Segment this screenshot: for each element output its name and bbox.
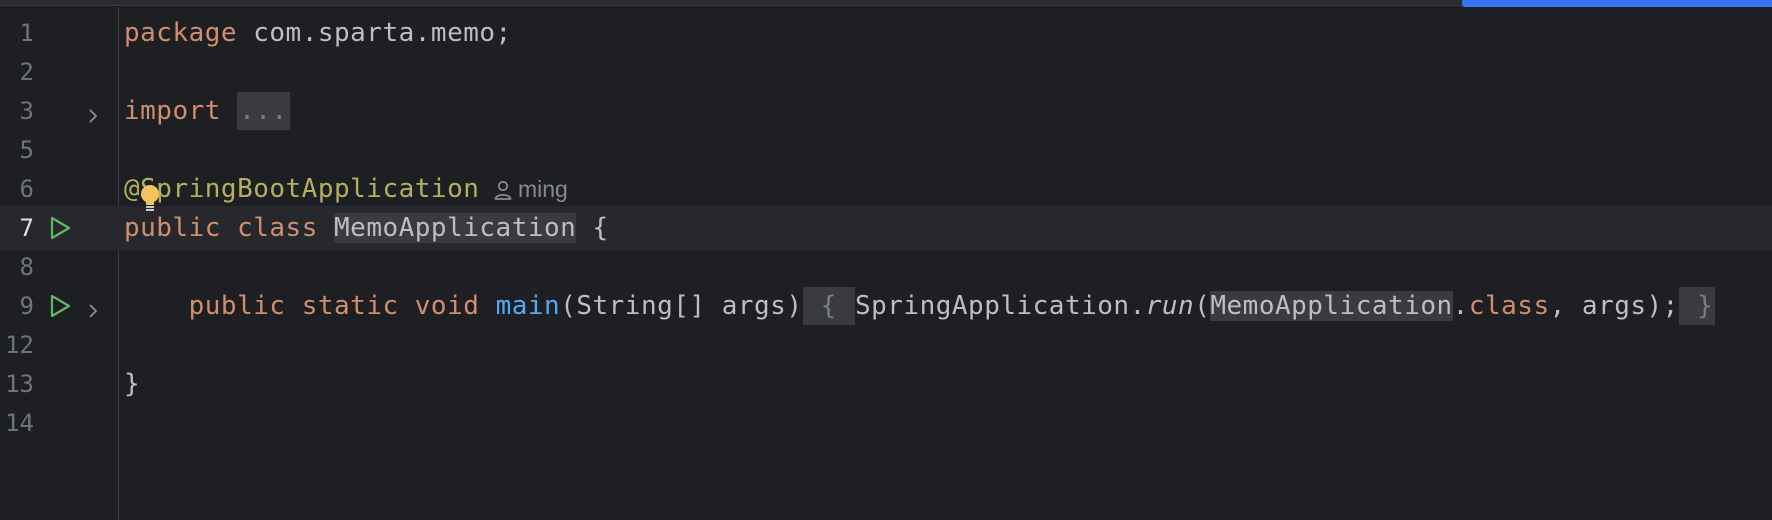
line-number[interactable]: 14 bbox=[0, 401, 34, 445]
code-line[interactable]: 14 bbox=[0, 401, 1772, 445]
code-token: class bbox=[1468, 291, 1550, 321]
code-line[interactable]: 5 bbox=[0, 128, 1772, 172]
code-text[interactable]: @SpringBootApplication bbox=[124, 167, 479, 211]
code-token: public bbox=[124, 213, 221, 243]
code-token: ( bbox=[1194, 291, 1211, 321]
code-line[interactable]: 6 @SpringBootApplication ming bbox=[0, 167, 1772, 211]
code-token: package bbox=[124, 18, 238, 48]
code-line[interactable]: 7 public class MemoApplication { bbox=[0, 206, 1772, 250]
code-line[interactable]: 9 public static void main(String[] args)… bbox=[0, 284, 1772, 328]
code-line[interactable]: 13} bbox=[0, 362, 1772, 406]
code-token: . bbox=[1452, 291, 1469, 321]
line-number[interactable]: 3 bbox=[0, 89, 34, 133]
author-inlay-hint[interactable]: ming bbox=[494, 167, 568, 211]
code-token: , args); bbox=[1549, 291, 1679, 321]
code-token: @SpringBootApplication bbox=[124, 174, 480, 204]
code-token: main bbox=[495, 291, 561, 321]
code-line[interactable]: 8 bbox=[0, 245, 1772, 289]
code-token: MemoApplication bbox=[1210, 291, 1453, 321]
folded-region[interactable]: { bbox=[802, 287, 855, 325]
line-number[interactable]: 8 bbox=[0, 245, 34, 289]
code-token: public bbox=[188, 291, 286, 321]
progress-bar bbox=[1462, 0, 1772, 7]
code-token: { bbox=[576, 213, 609, 243]
line-number[interactable]: 7 bbox=[0, 206, 34, 250]
code-token: static bbox=[301, 291, 399, 321]
code-line[interactable]: 2 bbox=[0, 50, 1772, 94]
code-text[interactable]: public static void main(String[] args) {… bbox=[124, 284, 1716, 328]
line-number[interactable]: 6 bbox=[0, 167, 34, 211]
run-gutter-icon[interactable] bbox=[47, 215, 73, 241]
lightbulb-icon[interactable] bbox=[139, 184, 161, 214]
code-token: (String[] args) bbox=[560, 291, 803, 321]
run-gutter-icon[interactable] bbox=[47, 293, 73, 319]
line-number[interactable]: 2 bbox=[0, 50, 34, 94]
code-text[interactable]: import ... bbox=[124, 89, 290, 133]
fold-chevron-icon[interactable] bbox=[86, 102, 100, 123]
code-token: import bbox=[124, 96, 221, 126]
line-number[interactable]: 9 bbox=[0, 284, 34, 328]
line-number[interactable]: 13 bbox=[0, 362, 34, 406]
code-line[interactable]: 1 package com.sparta.memo; bbox=[0, 11, 1772, 55]
code-token: run bbox=[1145, 291, 1195, 321]
line-number[interactable]: 12 bbox=[0, 323, 34, 367]
folded-region[interactable]: ... bbox=[237, 92, 290, 130]
folded-region[interactable]: } bbox=[1678, 287, 1716, 325]
line-number[interactable]: 5 bbox=[0, 128, 34, 172]
code-token: void bbox=[414, 291, 480, 321]
code-token: } bbox=[124, 369, 141, 399]
code-text[interactable]: } bbox=[124, 362, 140, 406]
person-icon bbox=[494, 176, 518, 202]
code-token: com.sparta.memo; bbox=[237, 18, 512, 48]
code-line[interactable]: 3 import ... bbox=[0, 89, 1772, 133]
code-line[interactable]: 12 bbox=[0, 323, 1772, 367]
author-name: ming bbox=[518, 176, 568, 202]
code-token: SpringApplication. bbox=[854, 291, 1146, 321]
fold-chevron-icon[interactable] bbox=[86, 297, 100, 318]
line-number[interactable]: 1 bbox=[0, 11, 34, 55]
code-text[interactable]: package com.sparta.memo; bbox=[124, 11, 512, 55]
code-text[interactable]: public class MemoApplication { bbox=[124, 206, 609, 250]
code-token: class bbox=[237, 213, 318, 243]
code-token: MemoApplication bbox=[334, 213, 577, 243]
